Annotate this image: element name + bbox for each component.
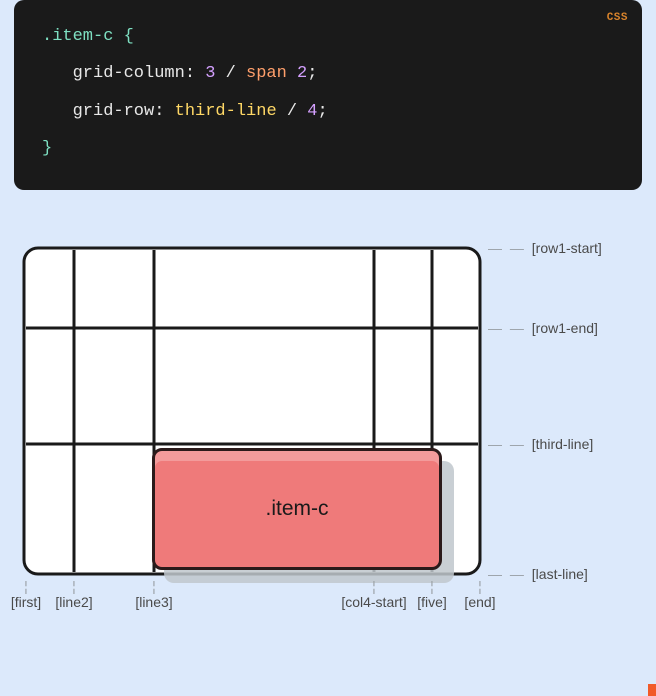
property: grid-row: [73, 102, 155, 121]
code-line-2: grid-column: 3 / span 2;: [42, 55, 614, 92]
brace-close: }: [42, 139, 52, 158]
code-block: CSS .item-c { grid-column: 3 / span 2; g…: [14, 0, 642, 190]
col-label: ¦[line3]: [135, 582, 172, 610]
value-number: 3: [205, 64, 215, 83]
col-label: ¦[first]: [11, 582, 41, 610]
row-label: — — [row1-start]: [486, 240, 602, 256]
row-label: — — [row1-end]: [486, 320, 598, 336]
slash: /: [226, 64, 236, 83]
grid-diagram: .item-c — — [row1-start] — — [row1-end] …: [14, 246, 642, 646]
grid-item-c: .item-c: [152, 448, 442, 570]
value-number: 4: [307, 102, 317, 121]
brace-open: {: [124, 27, 134, 46]
code-line-1: .item-c {: [42, 18, 614, 55]
col-label: ¦[col4-start]: [341, 582, 406, 610]
colon: :: [154, 102, 164, 121]
slash: /: [287, 102, 297, 121]
row-label: — — [last-line]: [486, 566, 588, 582]
keyword-span: span: [246, 64, 287, 83]
grid-item-label: .item-c: [266, 497, 329, 521]
col-label: ¦[five]: [417, 582, 447, 610]
semicolon: ;: [307, 64, 317, 83]
semicolon: ;: [317, 102, 327, 121]
property: grid-column: [73, 64, 185, 83]
col-label: ¦[end]: [464, 582, 495, 610]
value-number: 2: [297, 64, 307, 83]
value-ident: third-line: [175, 102, 277, 121]
language-badge: CSS: [607, 6, 628, 30]
row-label: — — [third-line]: [486, 436, 593, 452]
page-accent-tab: [648, 684, 656, 696]
selector: .item-c: [42, 27, 113, 46]
colon: :: [185, 64, 195, 83]
code-line-4: }: [42, 130, 614, 167]
code-line-3: grid-row: third-line / 4;: [42, 93, 614, 130]
col-label: ¦[line2]: [55, 582, 92, 610]
